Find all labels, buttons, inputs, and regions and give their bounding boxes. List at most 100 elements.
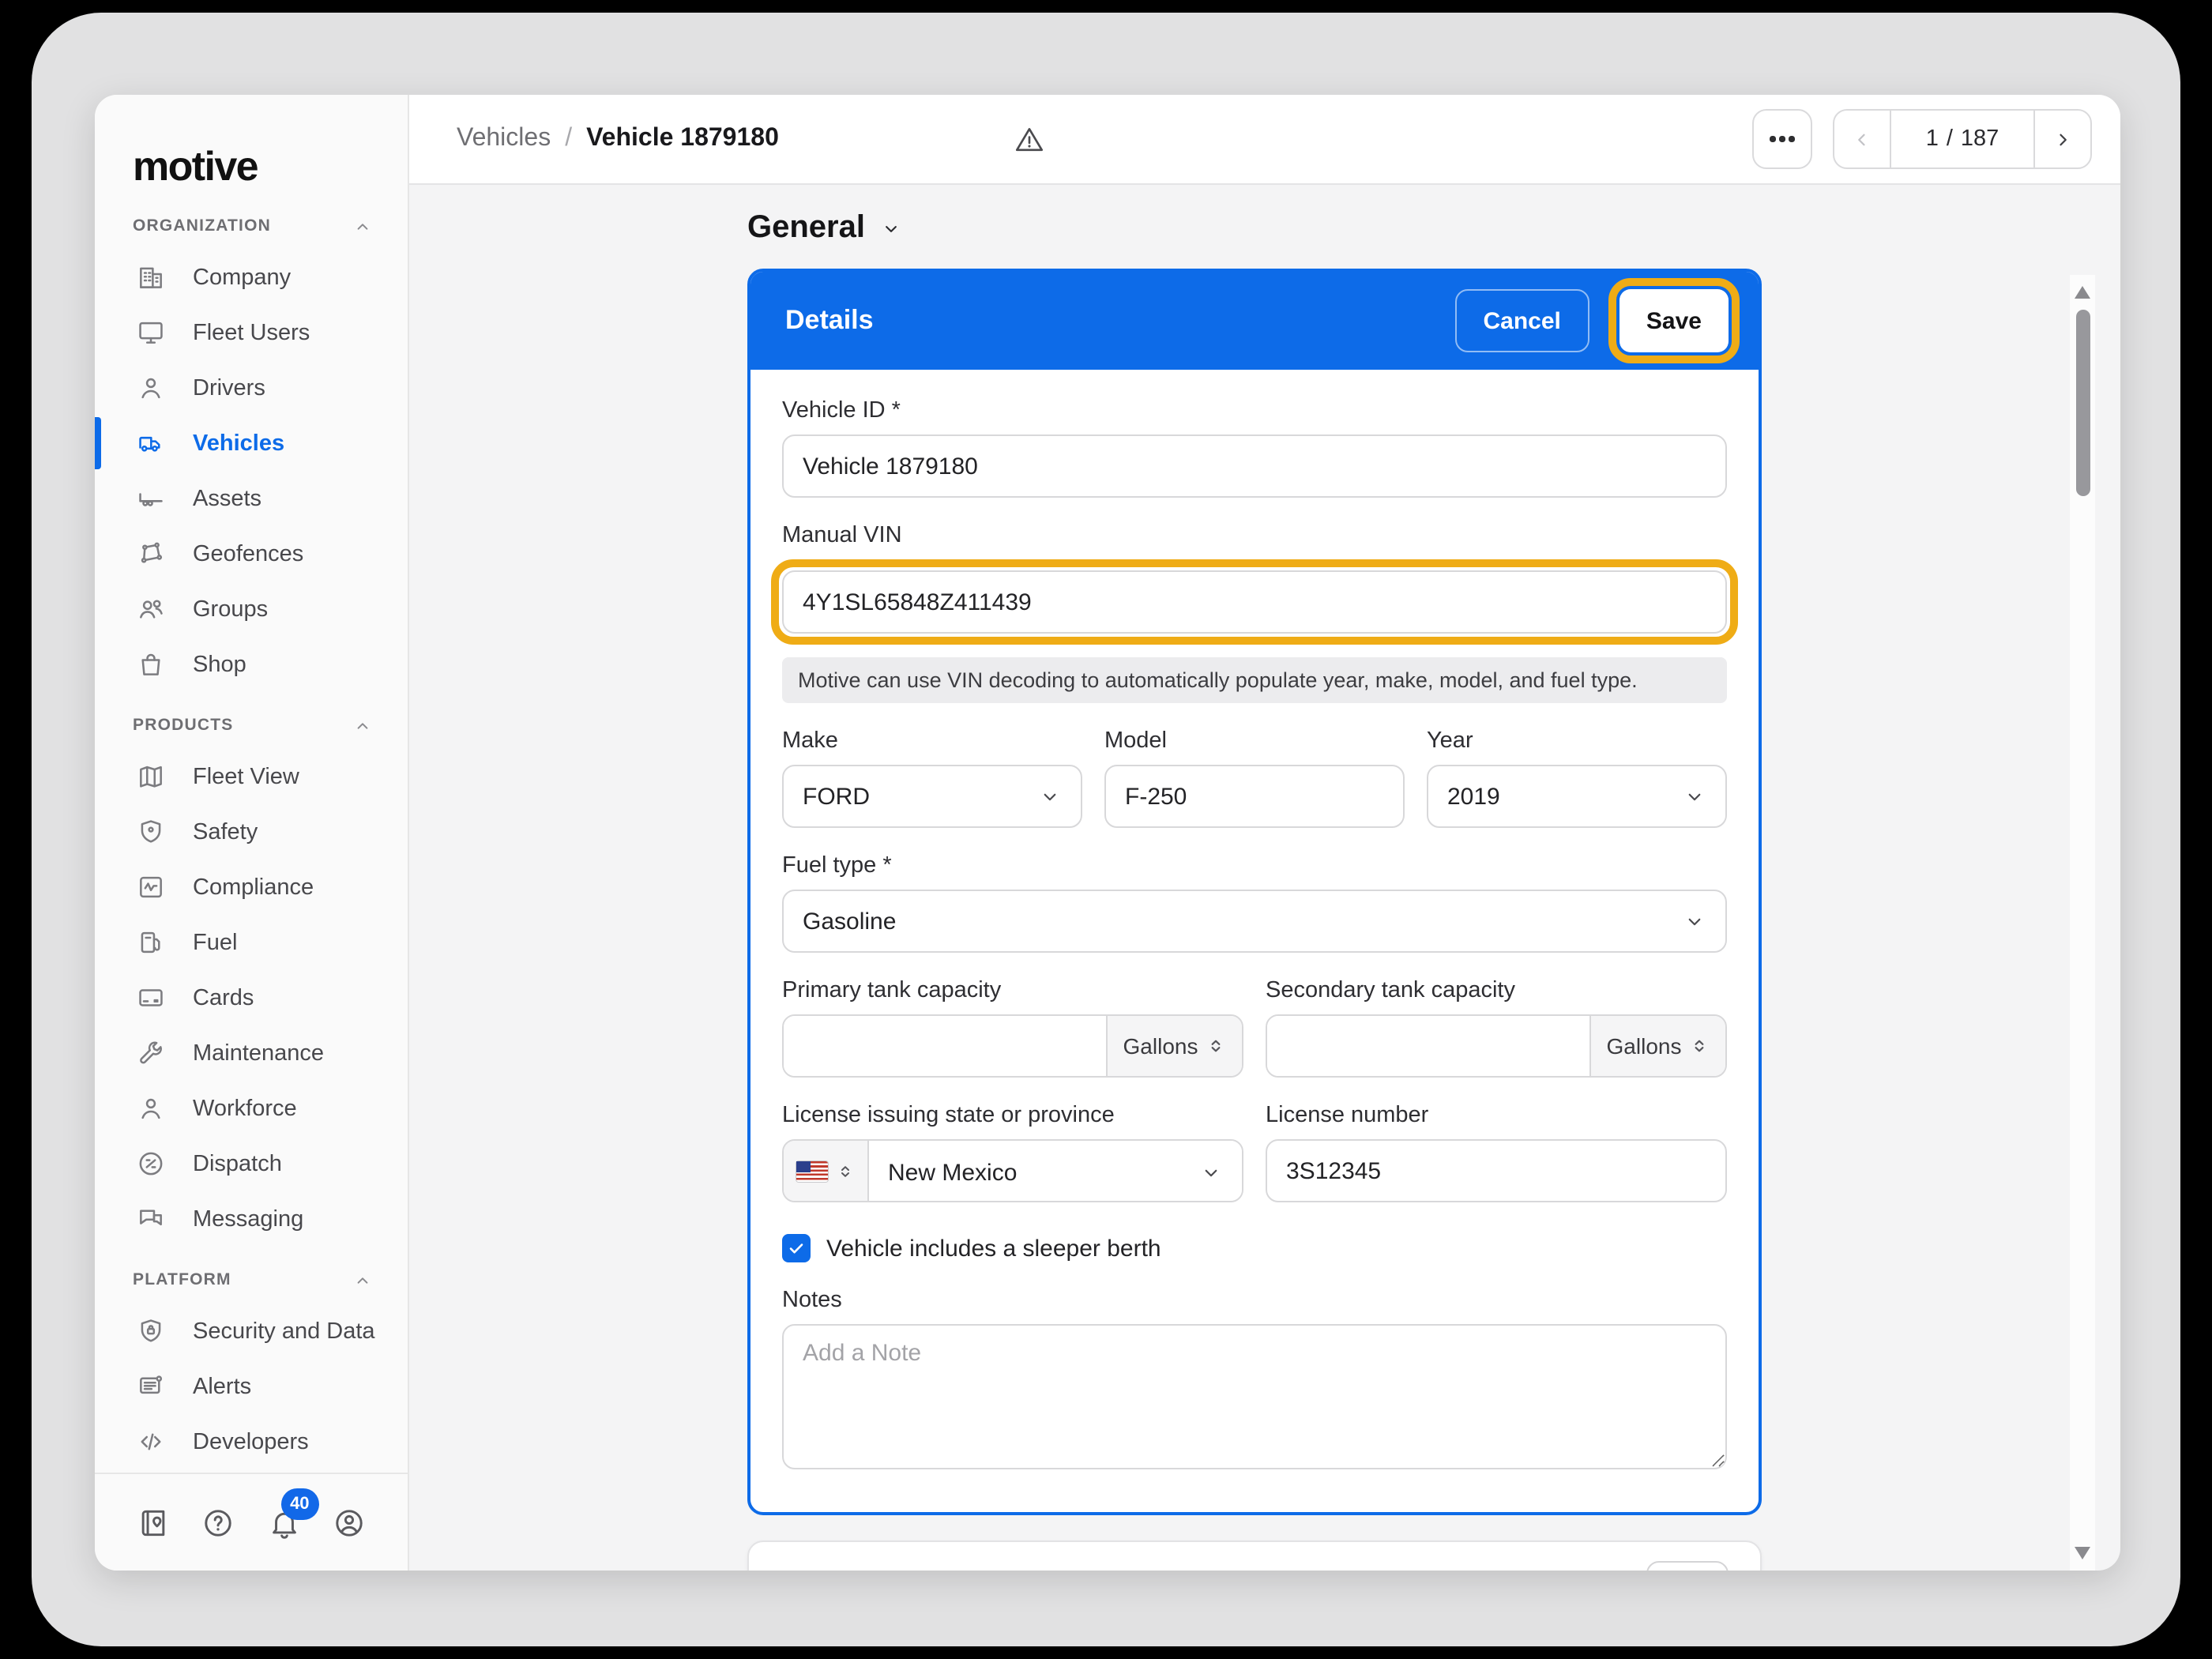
sidebar-item-cards[interactable]: Cards <box>95 970 408 1025</box>
secondary-tank-group: Gallons <box>1266 1014 1727 1078</box>
shield-icon <box>136 817 166 847</box>
chevron-down-icon <box>881 217 903 239</box>
sidebar-item-fleet-view[interactable]: Fleet View <box>95 749 408 804</box>
vertical-scrollbar[interactable] <box>2070 275 2095 1571</box>
next-record-button[interactable] <box>2035 111 2090 167</box>
save-button[interactable]: Save <box>1619 289 1729 352</box>
sidebar-item-alerts[interactable]: Alerts <box>95 1359 408 1414</box>
warning-triangle-icon <box>1013 122 1046 156</box>
account-button[interactable] <box>332 1505 367 1540</box>
license-row: License issuing state or province New Me… <box>782 1103 1727 1202</box>
year-select[interactable]: 2019 <box>1427 765 1727 828</box>
sidebar-section-label: ORGANIZATION <box>133 216 271 235</box>
fuel-type-select[interactable]: Gasoline <box>782 890 1727 953</box>
trailer-icon <box>136 483 166 514</box>
general-section-toggle[interactable]: General <box>747 210 1762 246</box>
chevron-left-icon <box>1850 127 1874 151</box>
wrench-icon <box>136 1038 166 1068</box>
sidebar-item-label: Dispatch <box>193 1151 282 1176</box>
model-label: Model <box>1104 728 1167 754</box>
breadcrumb-vehicles-link[interactable]: Vehicles <box>457 125 551 153</box>
fuel-pump-icon <box>136 927 166 957</box>
notifications-bell-button[interactable]: 40 <box>266 1488 319 1540</box>
sidebar-item-shop[interactable]: Shop <box>95 637 408 692</box>
sidebar-section-label: PRODUCTS <box>133 716 234 735</box>
sidebar-item-label: Cards <box>193 985 254 1010</box>
model-field: Model <box>1104 728 1405 828</box>
country-flag-select[interactable] <box>784 1141 869 1201</box>
model-input[interactable] <box>1104 765 1405 828</box>
sidebar-item-drivers[interactable]: Drivers <box>95 360 408 416</box>
sidebar-item-dispatch[interactable]: Dispatch <box>95 1136 408 1191</box>
chevron-up-icon <box>352 1270 373 1290</box>
scroll-up-arrow[interactable] <box>2075 286 2090 299</box>
chart-icon <box>136 872 166 902</box>
sleeper-berth-label: Vehicle includes a sleeper berth <box>826 1235 1161 1262</box>
sidebar-section-platform[interactable]: PLATFORM <box>95 1256 408 1304</box>
sidebar-item-label: Security and Data <box>193 1319 375 1344</box>
license-number-input[interactable] <box>1266 1139 1727 1202</box>
sidebar-item-vehicles[interactable]: Vehicles <box>95 416 408 471</box>
notes-textarea[interactable] <box>782 1324 1727 1469</box>
record-separator: / <box>1946 126 1953 152</box>
sidebar-item-geofences[interactable]: Geofences <box>95 526 408 581</box>
person-icon <box>136 373 166 403</box>
sidebar-item-company[interactable]: Company <box>95 250 408 305</box>
secondary-tank-unit-select[interactable]: Gallons <box>1589 1016 1725 1076</box>
sidebar-item-assets[interactable]: Assets <box>95 471 408 526</box>
more-options-button[interactable] <box>1752 109 1812 169</box>
sidebar-item-groups[interactable]: Groups <box>95 581 408 637</box>
app-window: motive ORGANIZATION Company Fleet Users Dri… <box>95 95 2120 1571</box>
sidebar-footer: 40 <box>95 1473 408 1571</box>
geofence-icon <box>136 539 166 569</box>
cancel-button[interactable]: Cancel <box>1454 289 1589 352</box>
sidebar-item-workforce[interactable]: Workforce <box>95 1081 408 1136</box>
unit-spinner-icon <box>1206 1033 1226 1059</box>
unit-spinner-icon <box>1689 1033 1710 1059</box>
sidebar-item-fleet-users[interactable]: Fleet Users <box>95 305 408 360</box>
secondary-tank-field: Secondary tank capacity Gallons <box>1266 978 1727 1078</box>
sidebar-item-fuel[interactable]: Fuel <box>95 915 408 970</box>
make-select[interactable]: FORD <box>782 765 1082 828</box>
page-title: General <box>747 210 865 245</box>
sidebar-item-compliance[interactable]: Compliance <box>95 860 408 915</box>
chevron-up-icon <box>352 715 373 735</box>
logbook-button[interactable] <box>136 1505 171 1540</box>
primary-tank-input[interactable] <box>784 1016 1106 1076</box>
make-field: Make FORD <box>782 728 1082 828</box>
top-bar-actions: 1 / 187 <box>1752 95 2092 183</box>
breadcrumb-current-vehicle: Vehicle 1879180 <box>586 125 779 152</box>
secondary-tank-input[interactable] <box>1267 1016 1589 1076</box>
details-card-title: Details <box>785 305 874 335</box>
manual-vin-input[interactable] <box>782 570 1727 634</box>
vehicle-id-input[interactable] <box>782 434 1727 498</box>
vehicle-id-field: Vehicle ID * <box>782 398 1727 498</box>
primary-tank-unit-select[interactable]: Gallons <box>1106 1016 1242 1076</box>
year-field: Year 2019 <box>1427 728 1727 828</box>
make-label: Make <box>782 728 838 754</box>
sidebar-item-safety[interactable]: Safety <box>95 804 408 860</box>
sidebar-item-label: Shop <box>193 652 246 677</box>
vehicle-id-label: Vehicle ID * <box>782 398 901 423</box>
sidebar-item-label: Company <box>193 265 292 290</box>
previous-record-button[interactable] <box>1834 111 1890 167</box>
scrollbar-thumb[interactable] <box>2075 310 2090 496</box>
sidebar-section-organization[interactable]: ORGANIZATION <box>95 202 408 250</box>
license-state-label: License issuing state or province <box>782 1103 1115 1128</box>
sleeper-berth-checkbox[interactable] <box>782 1234 811 1262</box>
help-button[interactable] <box>201 1505 236 1540</box>
sleeper-berth-checkbox-row[interactable]: Vehicle includes a sleeper berth <box>782 1234 1727 1262</box>
next-card-button[interactable] <box>1646 1561 1729 1571</box>
sidebar-section-products[interactable]: PRODUCTS <box>95 702 408 749</box>
notification-count-badge: 40 <box>280 1488 319 1519</box>
sidebar-item-messaging[interactable]: Messaging <box>95 1191 408 1247</box>
company-icon <box>136 262 166 292</box>
sidebar-item-maintenance[interactable]: Maintenance <box>95 1025 408 1081</box>
scroll-down-arrow[interactable] <box>2075 1547 2090 1559</box>
sidebar-item-developers[interactable]: Developers <box>95 1414 408 1469</box>
license-state-select[interactable]: New Mexico <box>869 1141 1242 1201</box>
fuel-type-label: Fuel type * <box>782 853 892 878</box>
sidebar-item-security-and-data[interactable]: Security and Data <box>95 1304 408 1359</box>
breadcrumb-separator: / <box>565 125 573 152</box>
chevron-right-icon <box>2051 127 2075 151</box>
